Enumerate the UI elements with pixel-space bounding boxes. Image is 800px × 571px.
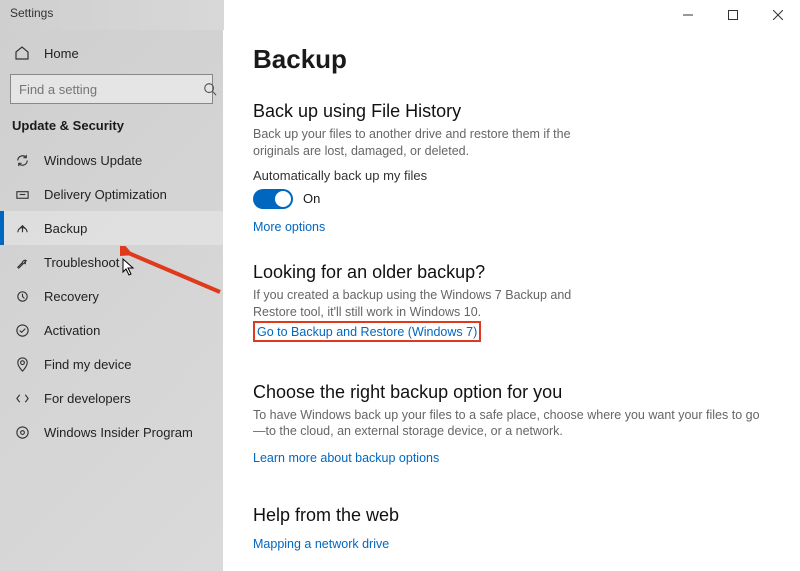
recovery-icon xyxy=(14,288,30,304)
toggle-state: On xyxy=(303,191,320,206)
sidebar-item-windows-update[interactable]: Windows Update xyxy=(0,143,223,177)
annotation-highlight: Go to Backup and Restore (Windows 7) xyxy=(253,321,481,342)
sidebar-home-label: Home xyxy=(44,46,79,61)
backup-icon xyxy=(14,220,30,236)
sidebar-item-backup[interactable]: Backup xyxy=(0,211,223,245)
sidebar-section-title: Update & Security xyxy=(0,112,223,143)
section-choose-option-heading: Choose the right backup option for you xyxy=(253,382,770,403)
sidebar-item-label: Windows Update xyxy=(44,153,142,168)
mapping-network-drive-link[interactable]: Mapping a network drive xyxy=(253,537,389,551)
section-help-web-heading: Help from the web xyxy=(253,505,770,526)
section-older-backup-heading: Looking for an older backup? xyxy=(253,262,770,283)
sidebar-item-activation[interactable]: Activation xyxy=(0,313,223,347)
page-title: Backup xyxy=(253,44,770,75)
sidebar-item-troubleshoot[interactable]: Troubleshoot xyxy=(0,245,223,279)
close-button[interactable] xyxy=(755,0,800,30)
sidebar-item-label: Find my device xyxy=(44,357,131,372)
search-icon xyxy=(203,82,217,96)
delivery-icon xyxy=(14,186,30,202)
main-panel: Backup Back up using File History Back u… xyxy=(223,30,800,571)
sidebar-item-for-developers[interactable]: For developers xyxy=(0,381,223,415)
sidebar-item-label: Recovery xyxy=(44,289,99,304)
more-options-link[interactable]: More options xyxy=(253,220,325,234)
titlebar: Settings xyxy=(0,0,800,30)
auto-backup-toggle[interactable] xyxy=(253,189,293,209)
home-icon xyxy=(14,45,30,61)
search-input-wrap[interactable] xyxy=(10,74,213,104)
activation-icon xyxy=(14,322,30,338)
sidebar: Home Update & Security Windows Update De… xyxy=(0,30,223,571)
sidebar-item-recovery[interactable]: Recovery xyxy=(0,279,223,313)
wrench-icon xyxy=(14,254,30,270)
sidebar-item-label: Activation xyxy=(44,323,100,338)
location-icon xyxy=(14,356,30,372)
sidebar-home[interactable]: Home xyxy=(0,36,223,70)
minimize-button[interactable] xyxy=(665,0,710,30)
learn-backup-options-link[interactable]: Learn more about backup options xyxy=(253,451,439,465)
window-title: Settings xyxy=(10,6,53,20)
sidebar-item-find-my-device[interactable]: Find my device xyxy=(0,347,223,381)
sidebar-item-label: Windows Insider Program xyxy=(44,425,193,440)
sidebar-item-delivery-optimization[interactable]: Delivery Optimization xyxy=(0,177,223,211)
developers-icon xyxy=(14,390,30,406)
section-choose-option-desc: To have Windows back up your files to a … xyxy=(253,407,770,441)
sync-icon xyxy=(14,152,30,168)
sidebar-item-label: Delivery Optimization xyxy=(44,187,167,202)
section-older-backup-desc: If you created a backup using the Window… xyxy=(253,287,613,321)
backup-restore-win7-link[interactable]: Go to Backup and Restore (Windows 7) xyxy=(257,325,477,339)
sidebar-item-label: Backup xyxy=(44,221,87,236)
toggle-label: Automatically back up my files xyxy=(253,168,770,183)
sidebar-item-label: For developers xyxy=(44,391,131,406)
section-file-history-desc: Back up your files to another drive and … xyxy=(253,126,593,160)
sidebar-item-label: Troubleshoot xyxy=(44,255,119,270)
section-file-history-heading: Back up using File History xyxy=(253,101,770,122)
sidebar-item-windows-insider[interactable]: Windows Insider Program xyxy=(0,415,223,449)
maximize-button[interactable] xyxy=(710,0,755,30)
insider-icon xyxy=(14,424,30,440)
search-input[interactable] xyxy=(11,82,203,97)
